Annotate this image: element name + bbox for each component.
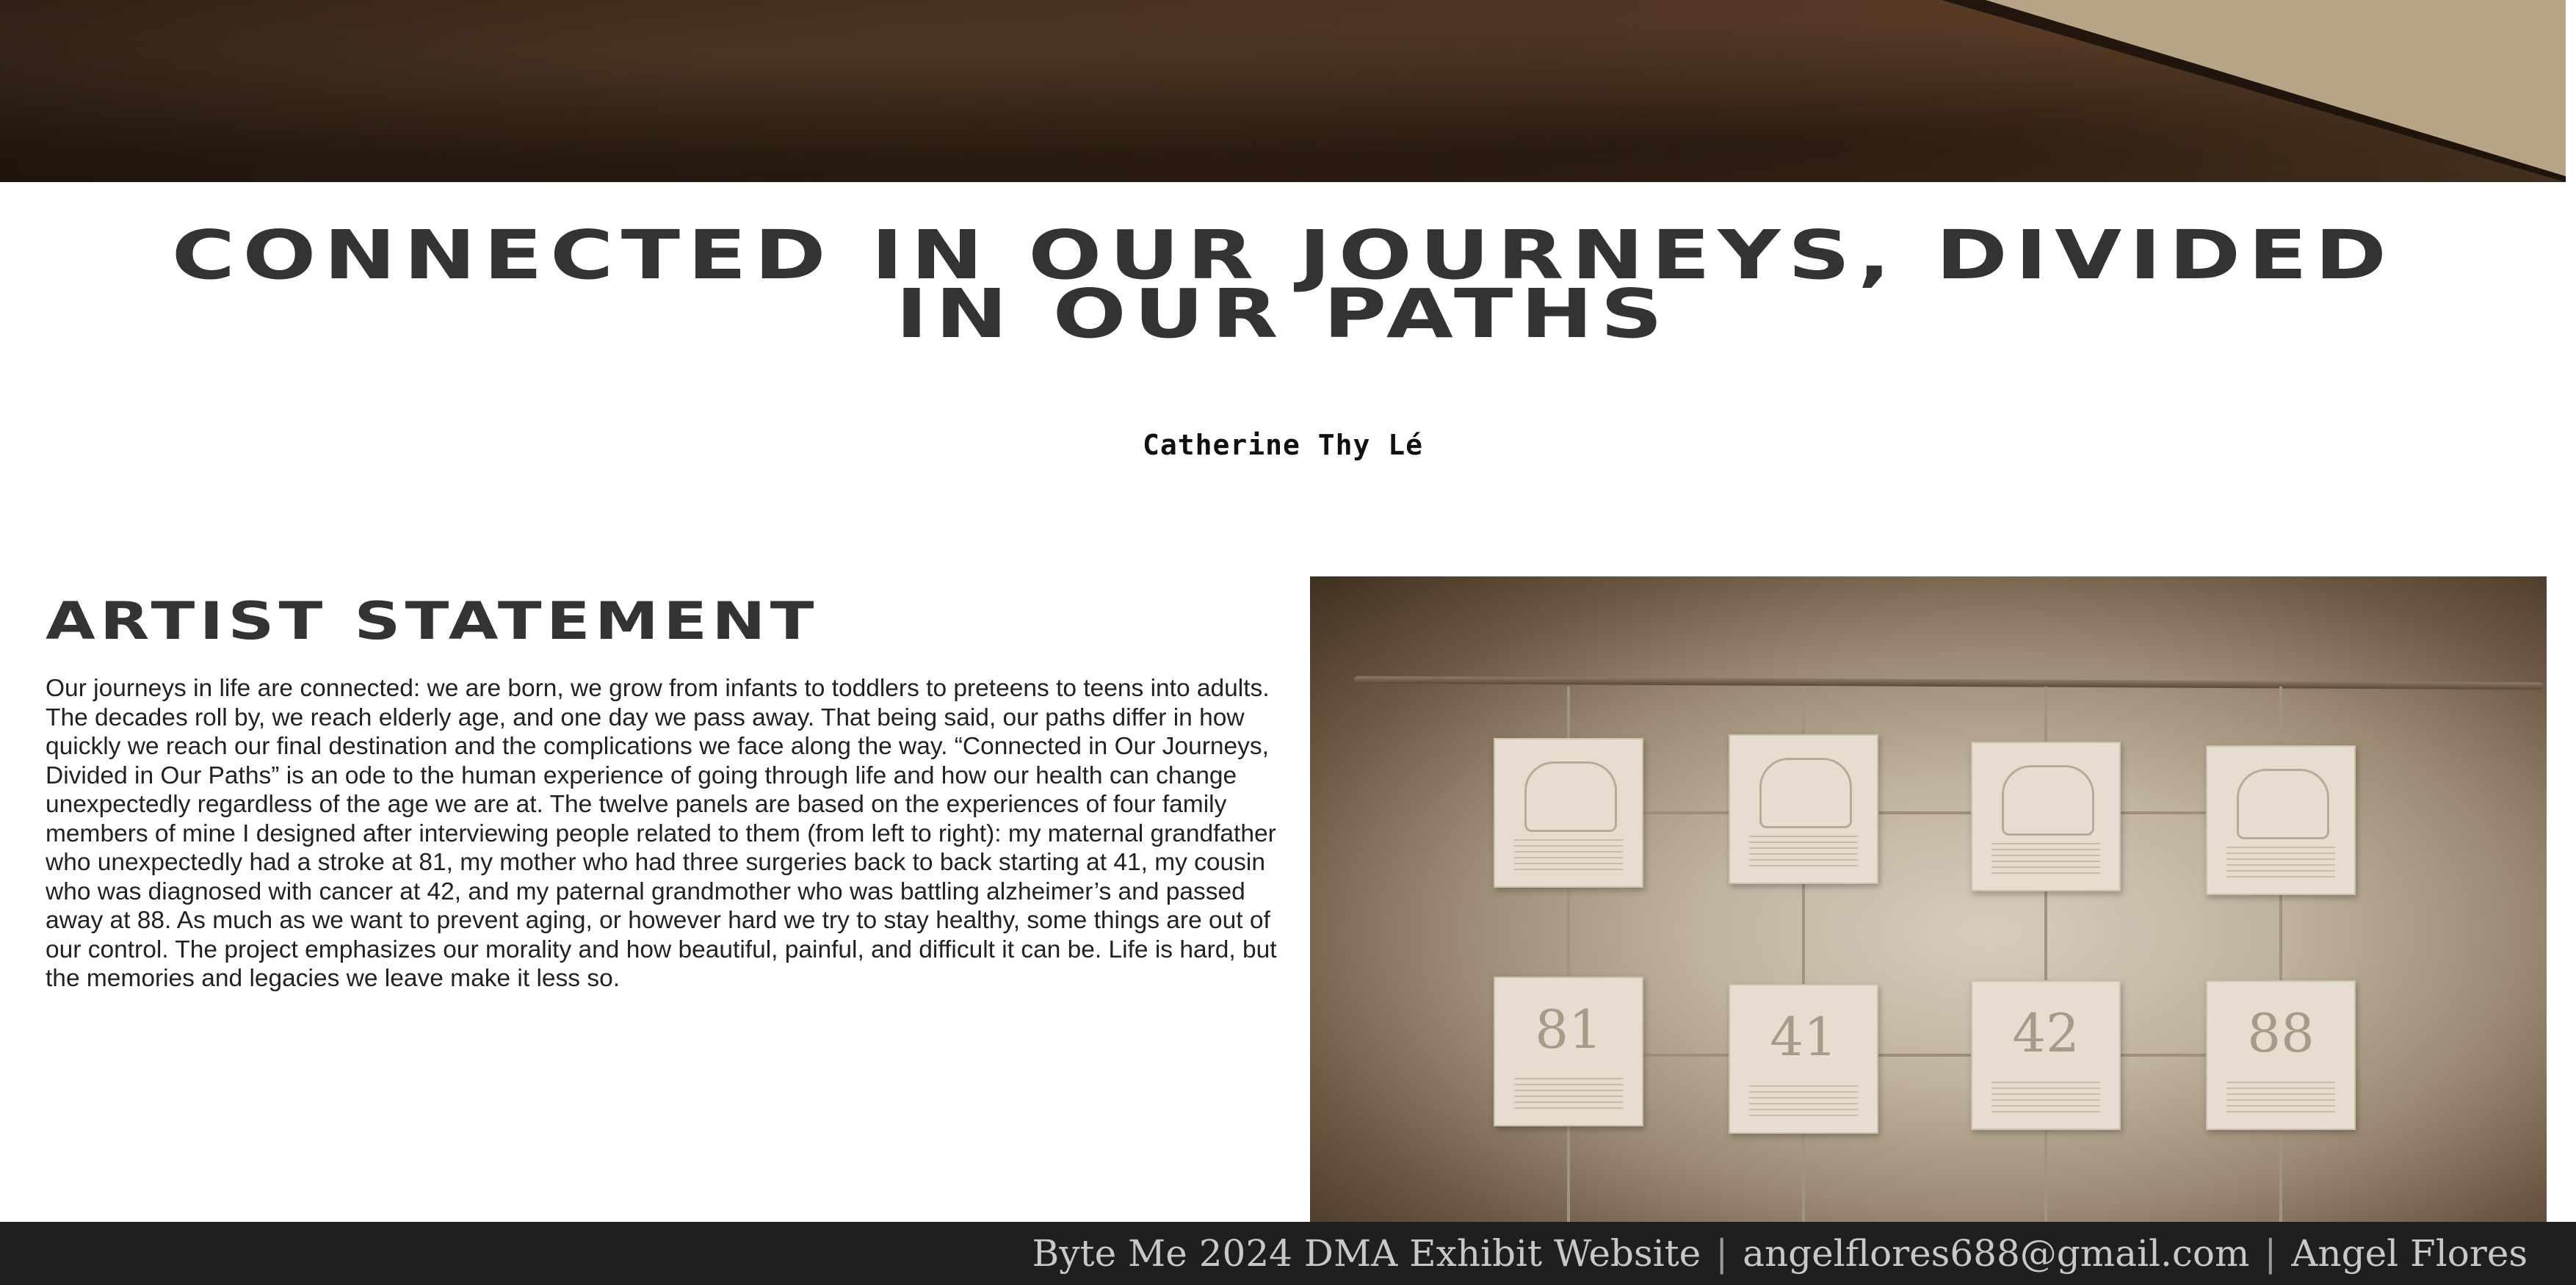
artwork-panel [1971, 742, 2121, 891]
panel-ornament [2237, 769, 2329, 839]
string [1640, 811, 1729, 814]
panel-text-lines [1991, 843, 2100, 875]
artwork-panel-42: 42 [1971, 980, 2121, 1130]
title-wrap: Connected in Our Journeys, Divided in Ou… [0, 216, 2566, 353]
artwork-panel-41: 41 [1729, 984, 1878, 1134]
artwork-panel-88: 88 [2206, 980, 2356, 1130]
footer-text: Byte Me 2024 DMA Exhibit Website | angelfl… [1032, 1222, 2528, 1285]
artwork-photo: 81 41 42 88 [1310, 576, 2547, 1223]
footer-separator: | [2264, 1232, 2277, 1275]
panel-ornament [1759, 758, 1852, 828]
artist-statement-section: Artist Statement Our journeys in life ar… [46, 592, 1287, 993]
page: Connected in Our Journeys, Divided in Ou… [0, 0, 2576, 1285]
string [2118, 811, 2206, 814]
footer: Byte Me 2024 DMA Exhibit Website | angelfl… [0, 1222, 2576, 1285]
artwork-panel [1494, 738, 1643, 888]
panel-text-lines [1749, 1085, 1858, 1118]
artist-name: Catherine Thy Lé [1142, 429, 1424, 461]
footer-site-name: Byte Me 2024 DMA Exhibit Website [1032, 1232, 1701, 1275]
panel-ornament [1524, 761, 1617, 832]
panel-number: 41 [1770, 1006, 1837, 1068]
artwork-panel [2206, 745, 2356, 895]
panel-text-lines [1514, 839, 1623, 872]
statement-body: Our journeys in life are connected: we a… [46, 675, 1277, 992]
hanging-rod [1353, 676, 2544, 690]
statement-heading: Artist Statement [46, 591, 819, 651]
footer-author: Angel Flores [2291, 1232, 2528, 1275]
panel-text-lines [1514, 1078, 1623, 1110]
panel-number: 42 [2012, 1002, 2080, 1064]
panel-text-lines [2226, 1082, 2335, 1114]
panel-text-lines [1749, 836, 1858, 868]
page-title: Connected in Our Journeys, Divided in Ou… [171, 216, 2395, 353]
artwork-panel-81: 81 [1494, 977, 1643, 1126]
string [2118, 1054, 2206, 1057]
footer-email-link[interactable]: angelflores688@gmail.com [1743, 1232, 2249, 1275]
panel-text-lines [2226, 847, 2335, 879]
artwork-panel [1729, 734, 1878, 884]
hero-image [0, 0, 2566, 182]
panel-number: 88 [2247, 1002, 2315, 1064]
hero-wall-corner [1986, 0, 2566, 176]
panel-text-lines [1991, 1082, 2100, 1114]
string [1875, 1054, 1971, 1057]
string [1640, 1054, 1729, 1057]
footer-separator: | [1715, 1232, 1729, 1275]
panel-ornament [2002, 765, 2094, 836]
panel-number: 81 [1535, 999, 1602, 1060]
string [1875, 811, 1971, 814]
